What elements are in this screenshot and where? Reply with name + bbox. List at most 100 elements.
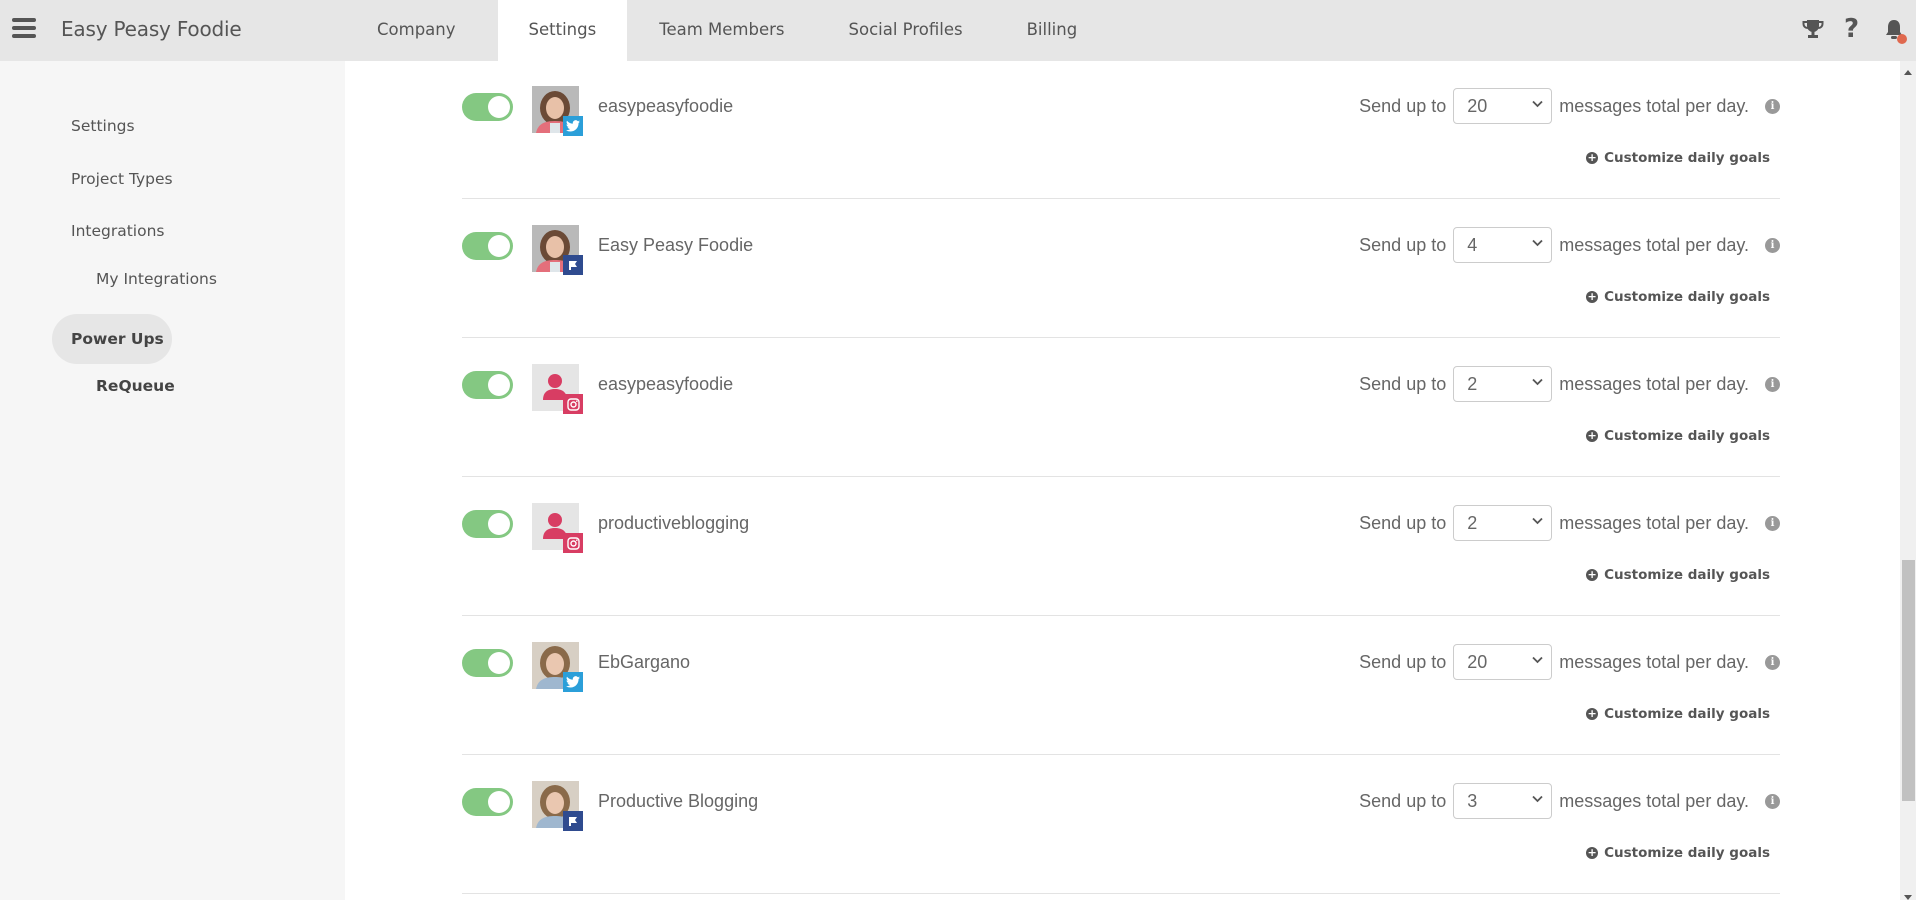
chevron-down-icon — [1532, 100, 1543, 108]
messages-per-day-label: messages total per day. — [1559, 234, 1749, 255]
profile-name: easypeasyfoodie — [598, 96, 734, 116]
customize-daily-goals-link[interactable]: + Customize daily goals — [1586, 428, 1770, 444]
messages-per-day-label: messages total per day. — [1559, 512, 1749, 533]
info-icon[interactable]: i — [1765, 376, 1780, 392]
info-icon[interactable]: i — [1765, 793, 1780, 809]
profile-row-6: Productive Blogging Send up to 3 message… — [462, 755, 1780, 894]
facebook-icon — [563, 255, 583, 275]
plus-circle-icon: + — [1586, 846, 1599, 859]
tab-company[interactable]: Company — [355, 0, 478, 61]
customize-daily-goals-label: Customize daily goals — [1604, 150, 1770, 166]
enabled-toggle[interactable] — [462, 510, 513, 538]
toggle-knob — [488, 235, 510, 257]
daily-limit: Send up to 4 messages total per day. i — [1359, 227, 1780, 263]
chevron-down-icon — [1532, 517, 1543, 525]
tab-billing[interactable]: Billing — [1005, 0, 1100, 61]
plus-circle-icon: + — [1586, 290, 1599, 303]
daily-limit-value: 2 — [1467, 513, 1478, 533]
plus-circle-icon: + — [1586, 707, 1599, 720]
toggle-knob — [488, 513, 510, 535]
messages-per-day-label: messages total per day. — [1559, 790, 1749, 811]
toggle-knob — [488, 96, 510, 118]
customize-daily-goals-link[interactable]: + Customize daily goals — [1586, 845, 1770, 861]
bell-icon[interactable] — [1883, 18, 1907, 46]
tab-social-profiles[interactable]: Social Profiles — [827, 0, 985, 61]
sidebar-item-settings[interactable]: Settings — [71, 117, 135, 135]
customize-daily-goals-link[interactable]: + Customize daily goals — [1586, 289, 1770, 305]
toggle-knob — [488, 652, 510, 674]
profile-row-3: easypeasyfoodie Send up to 2 messages to… — [462, 338, 1780, 477]
daily-limit-select[interactable]: 3 — [1453, 783, 1553, 819]
daily-limit: Send up to 20 messages total per day. i — [1359, 88, 1780, 124]
daily-limit-select[interactable]: 4 — [1453, 227, 1553, 263]
sidebar-item-my-integrations[interactable]: My Integrations — [96, 270, 217, 288]
sidebar: Settings Project Types Integrations My I… — [0, 61, 345, 900]
daily-limit-value: 20 — [1467, 96, 1488, 116]
help-icon[interactable]: ? — [1844, 14, 1859, 44]
tab-settings[interactable]: Settings — [497, 0, 628, 61]
instagram-icon — [563, 394, 583, 414]
daily-limit: Send up to 2 messages total per day. i — [1359, 366, 1780, 402]
daily-limit-value: 2 — [1467, 374, 1478, 394]
customize-daily-goals-label: Customize daily goals — [1604, 289, 1770, 305]
trophy-icon[interactable] — [1802, 18, 1824, 44]
profile-avatar — [532, 86, 583, 136]
profile-name: EbGargano — [598, 652, 691, 672]
customize-daily-goals-link[interactable]: + Customize daily goals — [1586, 706, 1770, 722]
info-icon[interactable]: i — [1765, 98, 1780, 114]
vertical-scrollbar[interactable] — [1900, 61, 1916, 900]
info-icon[interactable]: i — [1765, 515, 1780, 531]
sidebar-item-project-types[interactable]: Project Types — [71, 170, 173, 188]
twitter-icon — [563, 116, 583, 136]
send-up-to-label: Send up to — [1359, 512, 1447, 533]
chevron-down-icon — [1532, 378, 1543, 386]
profile-name: Easy Peasy Foodie — [598, 235, 754, 255]
send-up-to-label: Send up to — [1359, 373, 1447, 394]
customize-daily-goals-label: Customize daily goals — [1604, 428, 1770, 444]
profile-name: easypeasyfoodie — [598, 374, 734, 394]
profile-name: Productive Blogging — [598, 791, 759, 811]
toggle-knob — [488, 791, 510, 813]
customize-daily-goals-link[interactable]: + Customize daily goals — [1586, 150, 1770, 166]
scroll-down-arrow-icon[interactable] — [1904, 895, 1912, 900]
daily-limit-select[interactable]: 2 — [1453, 366, 1553, 402]
info-icon[interactable]: i — [1765, 654, 1780, 670]
notification-dot — [1897, 34, 1907, 44]
daily-limit: Send up to 3 messages total per day. i — [1359, 783, 1780, 819]
daily-limit: Send up to 2 messages total per day. i — [1359, 505, 1780, 541]
daily-limit-select[interactable]: 20 — [1453, 88, 1553, 124]
enabled-toggle[interactable] — [462, 788, 513, 816]
enabled-toggle[interactable] — [462, 371, 513, 399]
messages-per-day-label: messages total per day. — [1559, 651, 1749, 672]
top-bar: Easy Peasy Foodie Company Settings Team … — [0, 0, 1916, 61]
toggle-knob — [488, 374, 510, 396]
profile-row-5: EbGargano Send up to 20 messages total p… — [462, 616, 1780, 755]
scroll-up-arrow-icon[interactable] — [1904, 70, 1912, 75]
enabled-toggle[interactable] — [462, 93, 513, 121]
daily-limit-value: 4 — [1467, 235, 1478, 255]
customize-daily-goals-label: Customize daily goals — [1604, 845, 1770, 861]
scrollbar-thumb[interactable] — [1902, 560, 1915, 801]
profile-name: productiveblogging — [598, 513, 750, 533]
twitter-icon — [563, 672, 583, 692]
sidebar-item-requeue[interactable]: ReQueue — [96, 377, 175, 395]
customize-daily-goals-label: Customize daily goals — [1604, 567, 1770, 583]
tab-team-members[interactable]: Team Members — [637, 0, 806, 61]
daily-limit-select[interactable]: 2 — [1453, 505, 1553, 541]
daily-limit-value: 20 — [1467, 652, 1488, 672]
chevron-down-icon — [1532, 239, 1543, 247]
enabled-toggle[interactable] — [462, 232, 513, 260]
profile-avatar — [532, 364, 583, 414]
enabled-toggle[interactable] — [462, 649, 513, 677]
daily-limit-select[interactable]: 20 — [1453, 644, 1553, 680]
customize-daily-goals-label: Customize daily goals — [1604, 706, 1770, 722]
daily-limit: Send up to 20 messages total per day. i — [1359, 644, 1780, 680]
chevron-down-icon — [1532, 656, 1543, 664]
hamburger-menu-icon[interactable] — [12, 18, 36, 38]
instagram-icon — [563, 533, 583, 553]
send-up-to-label: Send up to — [1359, 651, 1447, 672]
info-icon[interactable]: i — [1765, 237, 1780, 253]
sidebar-item-integrations[interactable]: Integrations — [71, 222, 164, 240]
sidebar-item-power-ups[interactable]: Power Ups — [71, 330, 164, 348]
customize-daily-goals-link[interactable]: + Customize daily goals — [1586, 567, 1770, 583]
